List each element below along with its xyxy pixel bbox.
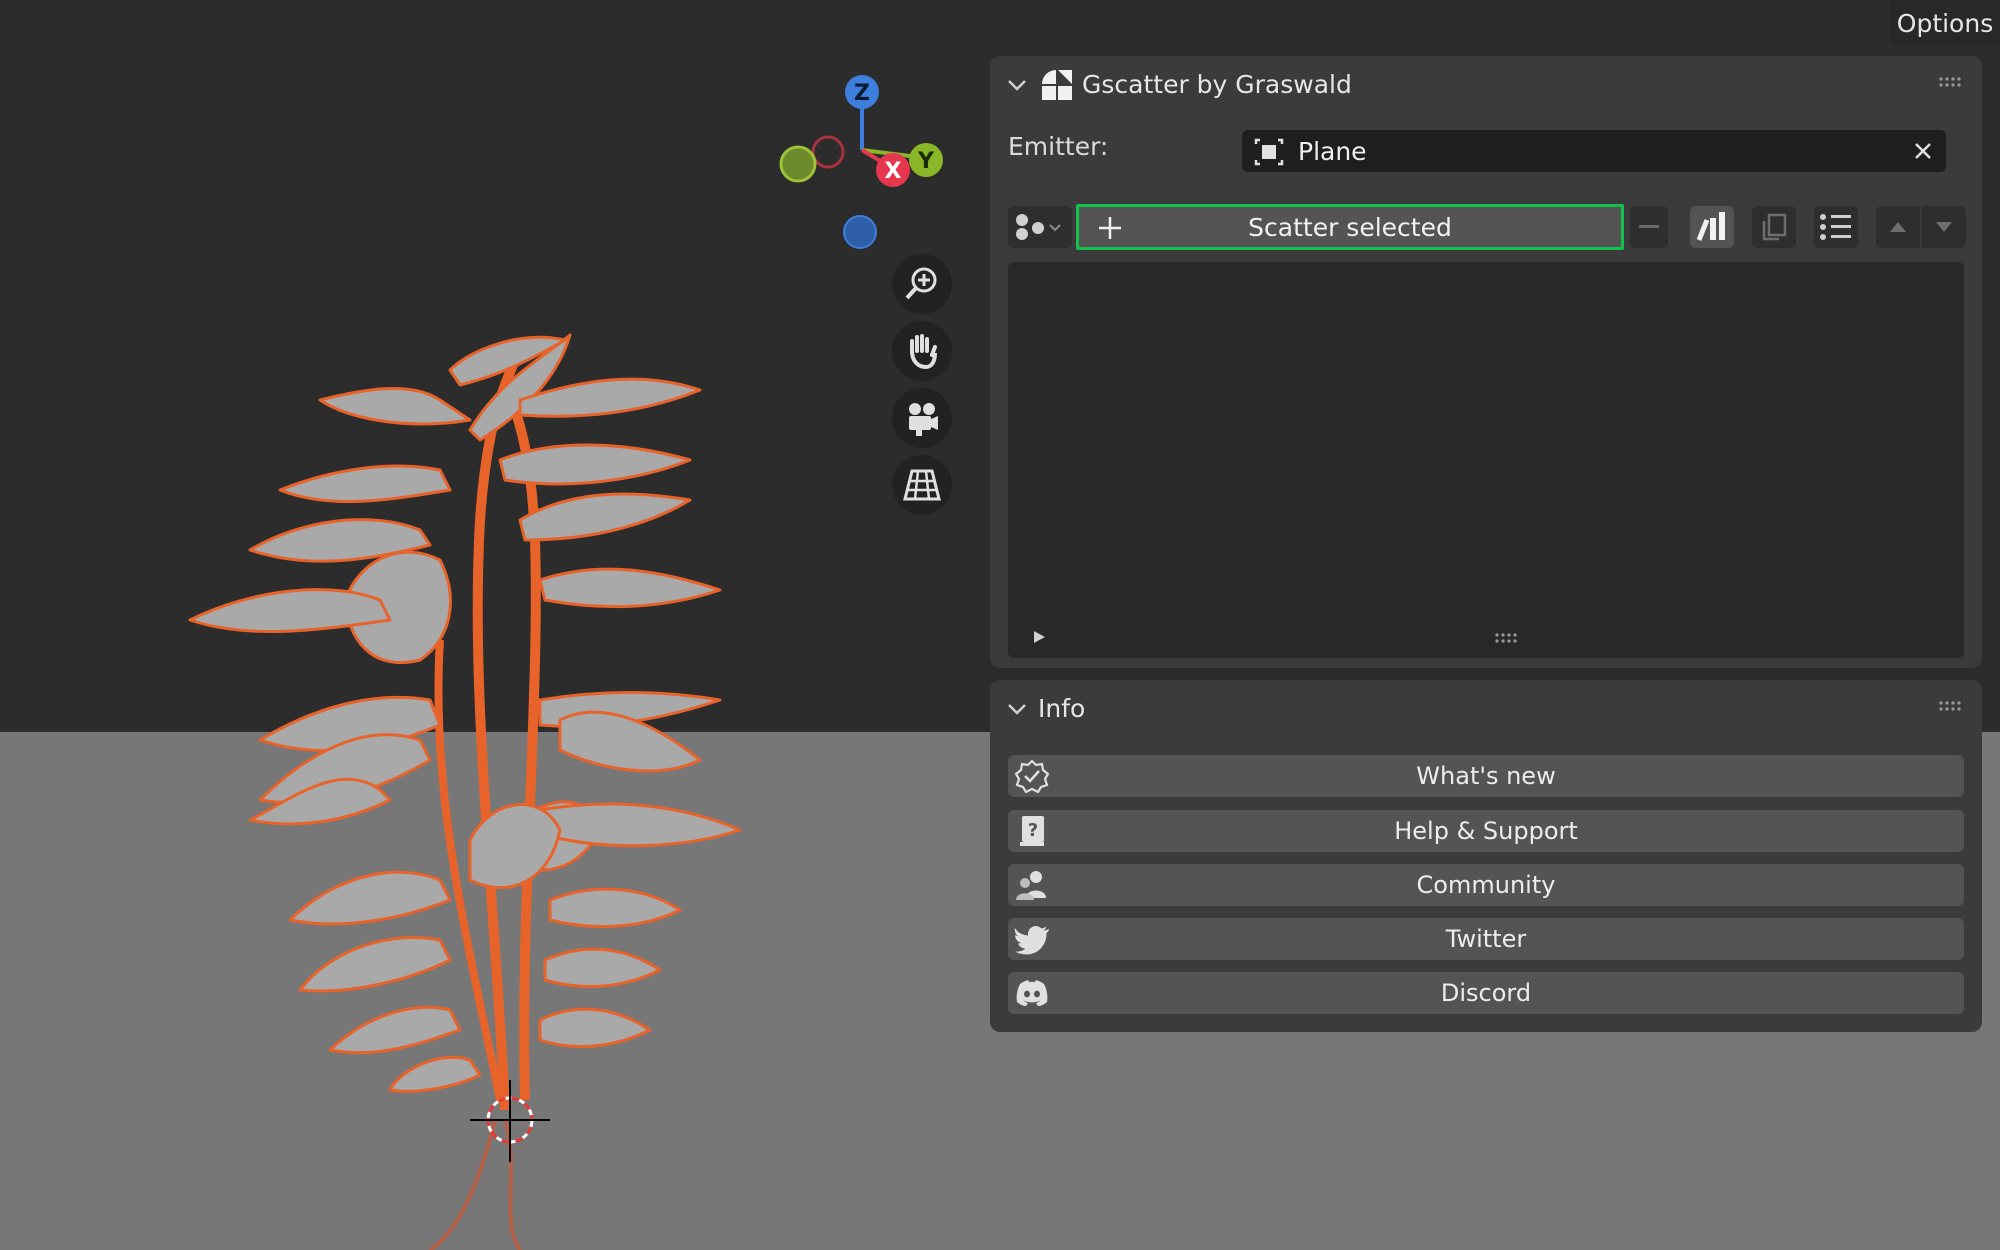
emitter-label: Emitter:	[1008, 132, 1109, 161]
scatter-list[interactable]	[1008, 262, 1964, 658]
info-title: Info	[1038, 694, 1086, 723]
emitter-value: Plane	[1298, 136, 1367, 166]
arrow-down-icon	[1936, 222, 1952, 232]
perspective-toggle-button[interactable]	[892, 455, 952, 515]
scatter-selected-button[interactable]: Scatter selected	[1076, 204, 1624, 250]
badge-check-icon	[1014, 759, 1050, 793]
whats-new-label: What's new	[1416, 762, 1556, 790]
help-book-icon: ?	[1020, 816, 1044, 846]
grid-perspective-icon	[903, 469, 941, 501]
options-button[interactable]: Options	[1890, 0, 2000, 46]
help-support-label: Help & Support	[1394, 817, 1578, 845]
library-button[interactable]	[1690, 206, 1734, 248]
gizmo-z-label: Z	[854, 81, 870, 106]
community-button[interactable]: Community	[1008, 864, 1964, 906]
camera-icon	[909, 403, 938, 436]
list-icon	[1820, 214, 1851, 240]
minus-icon	[1639, 225, 1659, 228]
pan-button[interactable]	[892, 321, 952, 381]
gscatter-panel-header[interactable]: Gscatter by Graswald	[990, 56, 1982, 112]
drag-grip-icon[interactable]	[1938, 76, 1964, 88]
play-triangle-icon[interactable]	[1032, 630, 1046, 644]
help-support-button[interactable]: ? Help & Support	[1008, 810, 1964, 852]
duplicate-button[interactable]	[1752, 206, 1796, 248]
resize-grip-icon[interactable]	[1494, 632, 1520, 644]
library-books-icon	[1696, 212, 1725, 241]
emitter-field[interactable]: Plane	[1242, 130, 1946, 172]
chevron-down-icon[interactable]	[1006, 74, 1028, 96]
drag-grip-icon[interactable]	[1938, 700, 1964, 712]
zoom-button[interactable]	[892, 254, 952, 314]
twitter-button[interactable]: Twitter	[1008, 918, 1964, 960]
list-menu-button[interactable]	[1814, 206, 1858, 248]
info-panel-header[interactable]: Info	[990, 680, 1982, 736]
3d-cursor-icon	[470, 1080, 550, 1162]
discord-label: Discord	[1440, 979, 1532, 1007]
move-down-button[interactable]	[1922, 206, 1966, 248]
camera-view-button[interactable]	[892, 388, 952, 448]
gizmo-y-label: Y	[917, 149, 935, 174]
scatter-selected-label: Scatter selected	[1248, 212, 1452, 242]
arrow-up-icon	[1890, 222, 1906, 232]
twitter-icon	[1014, 926, 1049, 955]
chevron-down-icon[interactable]	[1006, 698, 1028, 720]
whats-new-button[interactable]: What's new	[1008, 755, 1964, 797]
remove-button[interactable]	[1630, 206, 1668, 248]
close-icon[interactable]	[1912, 140, 1934, 162]
gizmo-x-label: X	[885, 159, 902, 184]
object-icon	[1254, 138, 1284, 166]
twitter-label: Twitter	[1445, 925, 1527, 953]
discord-icon	[1016, 980, 1048, 1006]
svg-text:?: ?	[1028, 820, 1038, 841]
copy-icon	[1762, 213, 1787, 241]
panel-title: Gscatter by Graswald	[1082, 70, 1352, 99]
move-up-button[interactable]	[1876, 206, 1920, 248]
plus-icon	[1099, 217, 1121, 239]
community-label: Community	[1416, 871, 1556, 899]
scatter-dots-icon	[1016, 214, 1061, 240]
community-icon	[1016, 871, 1046, 900]
navigation-gizmo[interactable]: Z Y X	[760, 60, 960, 260]
pan-hand-icon	[910, 334, 937, 370]
gscatter-logo-icon	[1042, 70, 1072, 100]
discord-button[interactable]: Discord	[1008, 972, 1964, 1014]
scatter-type-dropdown[interactable]	[1008, 206, 1072, 248]
zoom-icon	[905, 267, 937, 300]
